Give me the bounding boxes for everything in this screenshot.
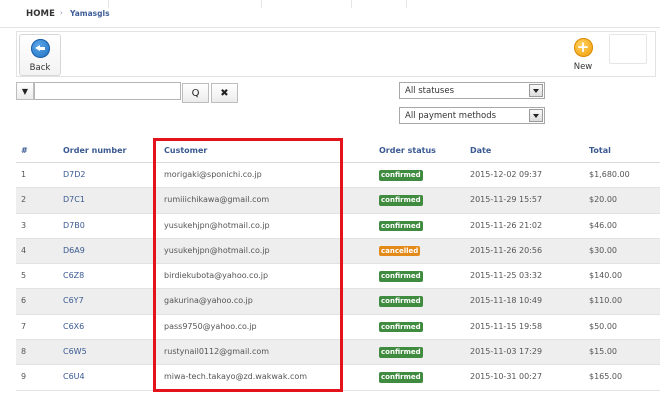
table-row[interactable]: 6 C6Y7 gakurina@yahoo.co.jp confirmed 20…: [16, 289, 660, 315]
column-header-order-number[interactable]: Order number: [63, 146, 126, 155]
search-input[interactable]: [34, 82, 181, 100]
back-button-label: Back: [29, 63, 51, 73]
row-number: 8: [21, 347, 27, 357]
orders-table-body: 1 D7D2 morigaki@sponichi.co.jp confirmed…: [16, 163, 660, 391]
status-badge: confirmed: [379, 220, 423, 232]
table-row[interactable]: 4 D6A9 yusukehjpn@hotmail.co.jp cancelle…: [16, 238, 660, 265]
status-badge: confirmed: [379, 321, 423, 333]
status-badge: confirmed: [379, 170, 423, 181]
tab-divider: [261, 0, 262, 8]
order-date: 2015-11-25 03:32: [470, 271, 543, 281]
column-header-total[interactable]: Total: [589, 146, 611, 155]
customer-email: morigaki@sponichi.co.jp: [164, 170, 262, 179]
table-row[interactable]: 1 D7D2 morigaki@sponichi.co.jp confirmed…: [16, 163, 660, 189]
order-number-link[interactable]: D7D2: [63, 170, 86, 179]
search-button[interactable]: Q: [182, 83, 209, 103]
chevron-down-icon: [529, 84, 543, 97]
order-date: 2015-10-31 00:27: [470, 372, 543, 382]
order-total: $1,680.00: [589, 170, 630, 179]
order-date: 2015-11-03 17:29: [470, 347, 543, 357]
order-date: 2015-11-18 10:49: [470, 296, 543, 306]
order-total: $110.00: [589, 296, 623, 306]
payment-select-value: All payment methods: [405, 111, 497, 121]
breadcrumb-separator-icon: ›: [60, 9, 63, 17]
row-number: 2: [21, 195, 27, 205]
column-header-num[interactable]: #: [21, 146, 28, 155]
order-date: 2015-12-02 09:37: [470, 170, 543, 179]
order-number-link[interactable]: C6Y7: [63, 296, 84, 305]
order-date: 2015-11-26 21:02: [470, 220, 543, 230]
status-badge: confirmed: [379, 347, 423, 358]
tab-divider: [108, 0, 109, 8]
column-header-date[interactable]: Date: [470, 146, 491, 155]
breadcrumb-home-link[interactable]: HOME: [26, 9, 55, 19]
customer-email: miwa-tech.takayo@zd.wakwak.com: [164, 372, 308, 382]
plus-icon: +: [573, 38, 593, 57]
order-date: 2015-11-29 15:57: [470, 195, 543, 205]
breadcrumb-current[interactable]: Yamasgls: [70, 9, 110, 18]
order-total: $20.00: [589, 195, 617, 205]
order-total: $140.00: [589, 271, 623, 281]
customer-email: birdiekubota@yahoo.co.jp: [164, 271, 269, 281]
order-number-link[interactable]: C6W5: [63, 347, 87, 356]
status-select-value: All statuses: [405, 86, 455, 96]
order-total: $165.00: [589, 372, 623, 382]
order-date: 2015-11-26 20:56: [470, 245, 543, 255]
filter-funnel-icon: ▼: [21, 87, 29, 96]
filter-toggle-button[interactable]: ▼: [16, 82, 34, 100]
order-date: 2015-11-15 19:58: [470, 321, 543, 331]
status-select[interactable]: All statuses: [399, 82, 545, 99]
order-number-link[interactable]: D6A9: [63, 246, 85, 255]
status-badge: confirmed: [379, 271, 423, 282]
table-row[interactable]: 5 C6Z8 birdiekubota@yahoo.co.jp confirme…: [16, 264, 660, 290]
tab-divider: [351, 0, 352, 8]
order-number-link[interactable]: D7C1: [63, 195, 85, 204]
row-number: 5: [21, 271, 27, 281]
order-number-link[interactable]: D7B0: [63, 221, 85, 230]
column-header-customer[interactable]: Customer: [164, 146, 207, 155]
order-total: $46.00: [589, 220, 617, 230]
breadcrumb: HOME › Yamasgls: [0, 0, 660, 28]
order-number-link[interactable]: C6X6: [63, 322, 84, 331]
new-button-label: New: [573, 62, 593, 72]
tab-divider: [406, 0, 407, 8]
customer-email: rustynail0112@gmail.com: [164, 347, 270, 357]
new-button[interactable]: + New: [562, 34, 604, 76]
table-row[interactable]: 7 C6X6 pass9750@yahoo.co.jp confirmed 20…: [16, 315, 660, 341]
row-number: 4: [21, 245, 27, 255]
order-number-link[interactable]: C6U4: [63, 372, 85, 381]
table-row[interactable]: 8 C6W5 rustynail0112@gmail.com confirmed…: [16, 340, 660, 366]
row-number: 9: [21, 372, 27, 382]
back-arrow-icon: [30, 39, 50, 58]
search-icon: Q: [191, 88, 200, 99]
order-number-link[interactable]: C6Z8: [63, 271, 84, 280]
back-button[interactable]: Back: [19, 34, 61, 76]
row-number: 3: [21, 220, 27, 230]
table-row[interactable]: 9 C6U4 miwa-tech.takayo@zd.wakwak.com co…: [16, 365, 660, 391]
toolbar: Back + New: [16, 31, 656, 77]
column-header-order-status[interactable]: Order status: [379, 146, 436, 155]
status-badge: confirmed: [379, 195, 423, 206]
order-total: $15.00: [589, 347, 617, 357]
table-row[interactable]: 3 D7B0 yusukehjpn@hotmail.co.jp confirme…: [16, 214, 660, 239]
row-number: 6: [21, 296, 27, 306]
status-badge: cancelled: [379, 245, 421, 257]
close-icon: ✖: [220, 88, 229, 99]
customer-email: yusukehjpn@hotmail.co.jp: [164, 245, 270, 255]
toolbar-extra-slot: [609, 34, 647, 64]
customer-email: yusukehjpn@hotmail.co.jp: [164, 220, 270, 230]
order-total: $30.00: [589, 245, 617, 255]
customer-email: pass9750@yahoo.co.jp: [164, 321, 257, 331]
clear-search-button[interactable]: ✖: [211, 83, 238, 103]
row-number: 1: [21, 170, 27, 179]
row-number: 7: [21, 321, 27, 331]
payment-method-select[interactable]: All payment methods: [399, 107, 545, 124]
customer-email: rumiiichikawa@gmail.com: [164, 195, 270, 205]
chevron-down-icon: [529, 109, 543, 122]
table-row[interactable]: 2 D7C1 rumiiichikawa@gmail.com confirmed…: [16, 188, 660, 214]
order-total: $50.00: [589, 321, 617, 331]
status-badge: confirmed: [379, 296, 423, 307]
customer-email: gakurina@yahoo.co.jp: [164, 296, 253, 306]
status-badge: confirmed: [379, 372, 423, 383]
